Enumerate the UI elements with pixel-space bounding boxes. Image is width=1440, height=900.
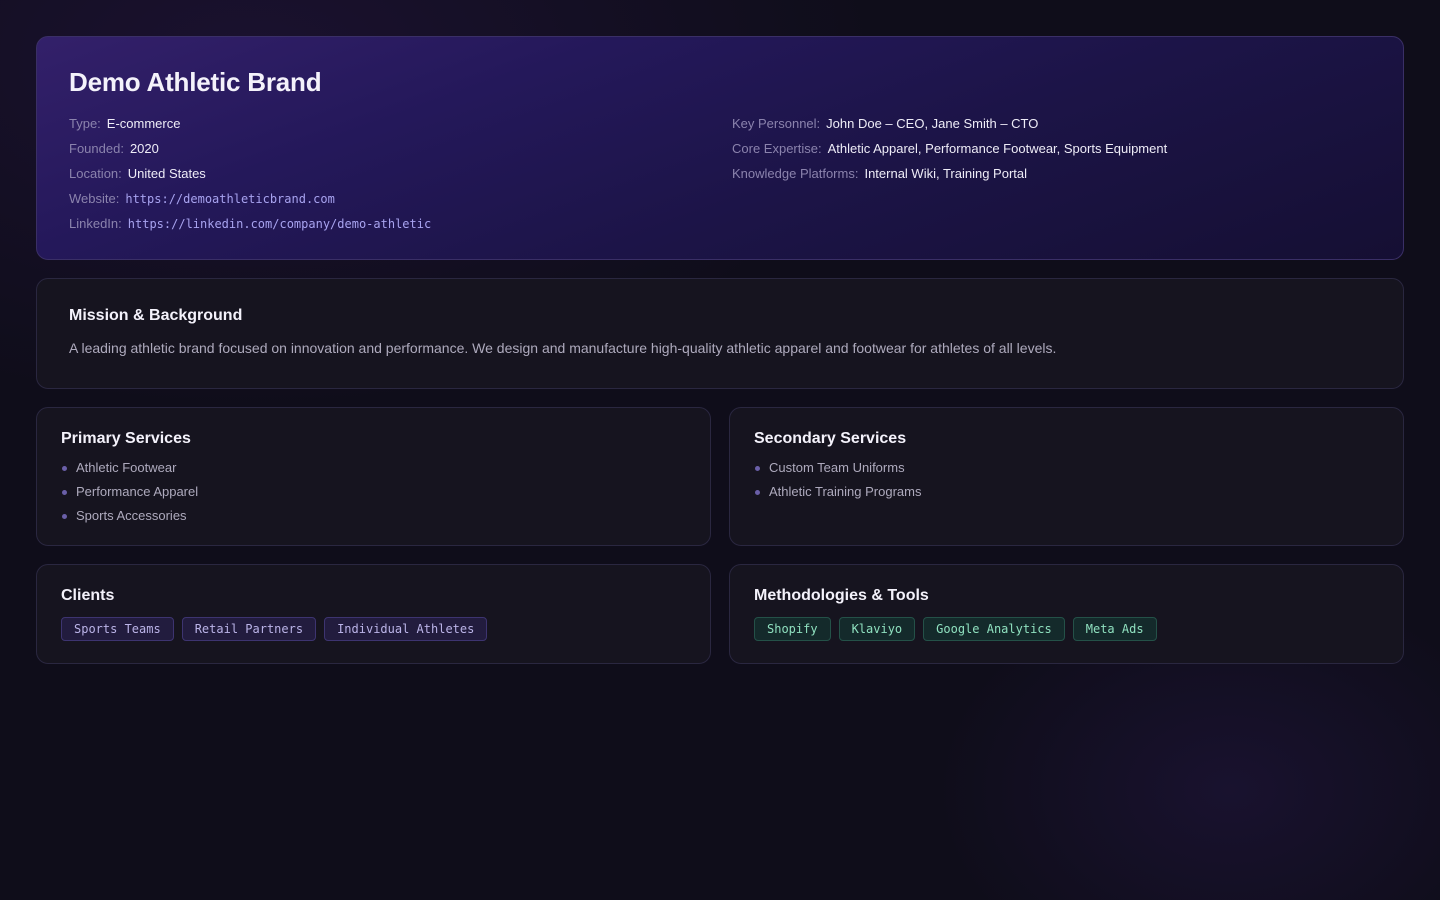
detail-value: United States: [127, 166, 206, 181]
detail-core-expertise: Core Expertise: Athletic Apparel, Perform…: [732, 141, 1167, 166]
detail-label: Founded:: [69, 141, 124, 156]
tool-tag: Google Analytics: [923, 617, 1065, 641]
detail-value: Athletic Apparel, Performance Footwear, …: [827, 141, 1168, 156]
primary-services-card: Primary Services Athletic Footwear Perfo…: [36, 407, 711, 546]
company-details-left: Type: E-commerce Founded: 2020 Location: Un…: [69, 116, 431, 241]
detail-label: Location:: [69, 166, 122, 181]
detail-linkedin: LinkedIn: https://linkedin.com/company/de…: [69, 216, 431, 241]
bullet-icon: [62, 514, 67, 519]
bullet-icon: [62, 490, 67, 495]
list-item: Athletic Footwear: [61, 460, 198, 484]
clients-card: Clients Sports Teams Retail Partners Ind…: [36, 564, 711, 664]
bullet-icon: [755, 490, 760, 495]
client-tag: Sports Teams: [61, 617, 174, 641]
list-item: Sports Accessories: [61, 508, 198, 532]
client-tag: Individual Athletes: [324, 617, 488, 641]
tools-title: Methodologies & Tools: [754, 587, 929, 604]
list-item-label: Athletic Footwear: [76, 460, 177, 475]
list-item-label: Custom Team Uniforms: [769, 460, 905, 475]
primary-services-list: Athletic Footwear Performance Apparel Sp…: [61, 460, 198, 532]
secondary-services-title: Secondary Services: [754, 430, 907, 447]
detail-label: LinkedIn:: [69, 216, 122, 231]
detail-label: Key Personnel:: [732, 116, 821, 131]
list-item-label: Sports Accessories: [76, 508, 187, 523]
detail-value: 2020: [129, 141, 159, 156]
detail-value: John Doe – CEO, Jane Smith – CTO: [826, 116, 1039, 131]
clients-tag-list: Sports Teams Retail Partners Individual …: [61, 617, 488, 641]
list-item: Performance Apparel: [61, 484, 198, 508]
list-item: Custom Team Uniforms: [754, 460, 921, 484]
primary-services-title: Primary Services: [61, 430, 191, 447]
tool-tag: Shopify: [754, 617, 831, 641]
detail-label: Type:: [69, 116, 101, 131]
list-item-label: Performance Apparel: [76, 484, 199, 499]
detail-location: Location: United States: [69, 166, 431, 191]
tool-tag: Klaviyo: [838, 617, 916, 641]
bullet-icon: [755, 466, 760, 471]
list-item-label: Athletic Training Programs: [769, 484, 922, 499]
secondary-services-list: Custom Team Uniforms Athletic Training P…: [754, 460, 921, 508]
clients-title: Clients: [61, 587, 115, 604]
detail-value: Internal Wiki, Training Portal: [864, 166, 1028, 181]
detail-website: Website: https://demoathleticbrand.com: [69, 191, 431, 216]
tool-tag: Meta Ads: [1072, 617, 1157, 641]
company-name: Demo Athletic Brand: [69, 67, 322, 97]
detail-label: Core Expertise:: [732, 141, 822, 156]
bullet-icon: [62, 466, 67, 471]
mission-text: A leading athletic brand focused on inno…: [69, 340, 1057, 356]
client-tag: Retail Partners: [181, 617, 317, 641]
company-details-right: Key Personnel: John Doe – CEO, Jane Smith…: [732, 116, 1167, 191]
linkedin-link[interactable]: https://linkedin.com/company/demo-athlet…: [128, 217, 431, 231]
secondary-services-card: Secondary Services Custom Team Uniforms …: [729, 407, 1404, 546]
detail-label: Knowledge Platforms:: [732, 166, 859, 181]
list-item: Athletic Training Programs: [754, 484, 921, 508]
mission-title: Mission & Background: [69, 307, 243, 324]
detail-founded: Founded: 2020: [69, 141, 431, 166]
mission-card: Mission & Background A leading athletic …: [36, 278, 1404, 389]
website-link[interactable]: https://demoathleticbrand.com: [125, 192, 335, 206]
detail-value: E-commerce: [106, 116, 181, 131]
tools-tag-list: Shopify Klaviyo Google Analytics Meta Ad…: [754, 617, 1157, 641]
company-overview-card: Demo Athletic Brand Type: E-commerce Foun…: [36, 36, 1404, 260]
detail-label: Website:: [69, 191, 120, 206]
tools-card: Methodologies & Tools Shopify Klaviyo Go…: [729, 564, 1404, 664]
detail-type: Type: E-commerce: [69, 116, 431, 141]
detail-knowledge-platforms: Knowledge Platforms: Internal Wiki, Train…: [732, 166, 1167, 191]
detail-key-personnel: Key Personnel: John Doe – CEO, Jane Smith…: [732, 116, 1167, 141]
